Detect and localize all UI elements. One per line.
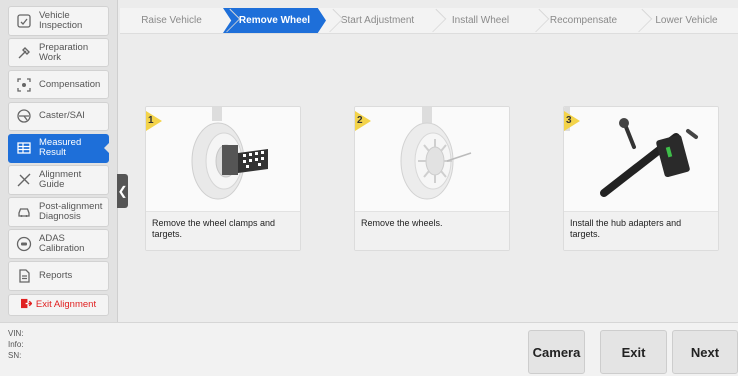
wheel-removal-illustration bbox=[355, 107, 509, 211]
sidebar-item-post-alignment-diagnosis[interactable]: Post-alignment Diagnosis bbox=[8, 197, 109, 227]
sn-label: SN: bbox=[8, 351, 22, 360]
exit-button[interactable]: Exit bbox=[600, 330, 667, 374]
exit-icon bbox=[20, 296, 33, 314]
sidebar-item-caster-sai[interactable]: Caster/SAI bbox=[8, 101, 109, 132]
sidebar: Vehicle Inspection Preparation Work Comp… bbox=[0, 0, 118, 322]
report-icon bbox=[15, 267, 33, 285]
step-number: 2 bbox=[357, 115, 363, 126]
vehicle-inspection-icon bbox=[15, 12, 33, 30]
sidebar-item-reports[interactable]: Reports bbox=[8, 261, 109, 291]
instruction-card-2: 2 Remove the wheels. bbox=[354, 106, 510, 251]
sidebar-item-compensation[interactable]: Compensation bbox=[8, 69, 109, 100]
step-progress-bar: Raise Vehicle Remove Wheel Start Adjustm… bbox=[120, 8, 738, 34]
instruction-card-1: 1 Remove the wheel clamps and targets. bbox=[145, 106, 301, 251]
hub-adapter-illustration bbox=[564, 107, 718, 211]
main-content: 1 Remove the wheel clamps and targets. 2… bbox=[128, 36, 738, 322]
card-caption: Install the hub adapters and targets. bbox=[564, 211, 718, 250]
alignment-guide-icon bbox=[15, 171, 33, 189]
step-raise-vehicle[interactable]: Raise Vehicle bbox=[120, 8, 223, 33]
compensation-icon bbox=[15, 76, 33, 94]
next-button[interactable]: Next bbox=[672, 330, 738, 374]
sidebar-item-measured-result[interactable]: Measured Result bbox=[8, 133, 109, 164]
exit-alignment-label: Exit Alignment bbox=[35, 299, 97, 311]
card-caption: Remove the wheel clamps and targets. bbox=[146, 211, 300, 250]
measured-result-icon bbox=[15, 139, 33, 157]
sidebar-item-label: Reports bbox=[39, 269, 73, 281]
card-caption: Remove the wheels. bbox=[355, 211, 509, 250]
sidebar-item-label: Alignment Guide bbox=[39, 169, 82, 191]
sidebar-item-label: Preparation Work bbox=[39, 41, 89, 63]
sidebar-item-label: Caster/SAI bbox=[39, 110, 85, 122]
sidebar-item-label: Post-alignment Diagnosis bbox=[39, 201, 103, 223]
sidebar-item-vehicle-inspection[interactable]: Vehicle Inspection bbox=[8, 6, 109, 36]
chevron-left-icon: ❮ bbox=[117, 184, 128, 198]
info-label: Info: bbox=[8, 340, 24, 349]
step-lower-vehicle[interactable]: Lower Vehicle bbox=[635, 8, 738, 33]
tools-icon bbox=[15, 44, 33, 62]
collapse-sidebar-button[interactable]: ❮ bbox=[117, 174, 128, 208]
vin-label: VIN: bbox=[8, 329, 24, 338]
step-number: 3 bbox=[566, 115, 572, 126]
step-install-wheel[interactable]: Install Wheel bbox=[429, 8, 532, 33]
step-number: 1 bbox=[148, 115, 154, 126]
vehicle-info: VIN: Info: SN: bbox=[8, 328, 24, 361]
step-recompensate[interactable]: Recompensate bbox=[532, 8, 635, 33]
car-icon bbox=[15, 203, 33, 221]
bottom-bar: VIN: Info: SN: Camera Exit Next bbox=[0, 322, 738, 376]
wheel-clamp-illustration bbox=[146, 107, 300, 211]
sidebar-item-adas-calibration[interactable]: ADAS Calibration bbox=[8, 229, 109, 259]
exit-alignment-button[interactable]: Exit Alignment bbox=[8, 293, 109, 316]
adas-icon bbox=[15, 235, 33, 253]
step-start-adjustment[interactable]: Start Adjustment bbox=[326, 8, 429, 33]
sidebar-item-alignment-guide[interactable]: Alignment Guide bbox=[8, 165, 109, 195]
sidebar-item-label: ADAS Calibration bbox=[39, 232, 85, 254]
caster-icon bbox=[15, 107, 33, 125]
sidebar-item-label: Compensation bbox=[39, 78, 101, 90]
sidebar-item-label: Vehicle Inspection bbox=[39, 9, 83, 31]
sidebar-item-label: Measured Result bbox=[39, 137, 82, 159]
step-remove-wheel[interactable]: Remove Wheel bbox=[223, 8, 326, 33]
sidebar-item-preparation-work[interactable]: Preparation Work bbox=[8, 37, 109, 68]
instruction-card-3: 3 Install the hub adapters and targets. bbox=[563, 106, 719, 251]
camera-button[interactable]: Camera bbox=[528, 330, 585, 374]
